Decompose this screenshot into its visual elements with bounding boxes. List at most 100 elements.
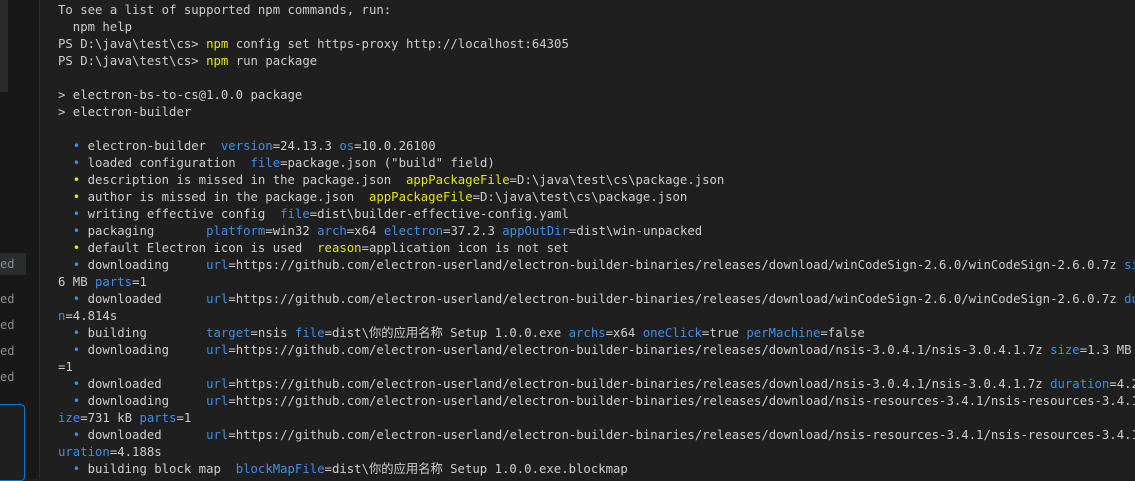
terminal-text: ize bbox=[58, 411, 81, 425]
terminal-text: perMachine bbox=[746, 326, 821, 340]
terminal-text: duratio bbox=[1124, 292, 1135, 306]
terminal-text: > electron-bs-to-cs@1.0.0 package bbox=[58, 88, 303, 102]
terminal-line: To see a list of supported npm commands,… bbox=[44, 2, 1135, 19]
terminal-text: • bbox=[58, 173, 88, 187]
terminal-text: appPackageFile bbox=[368, 190, 473, 204]
terminal-text: • bbox=[58, 207, 88, 221]
terminal-line: • downloading url=https://github.com/ele… bbox=[44, 257, 1135, 274]
terminal-text: parts bbox=[95, 275, 133, 289]
terminal-line: • building block map blockMapFile=dist\你… bbox=[44, 461, 1135, 478]
terminal-line: > electron-bs-to-cs@1.0.0 package bbox=[44, 87, 1135, 104]
terminal-text: file bbox=[250, 156, 281, 170]
terminal-text: =dist\你的应用名称 Setup 1.0.0.exe.blockmap bbox=[324, 462, 628, 476]
terminal-text: npm bbox=[206, 54, 229, 68]
terminal-text: =https://github.com/electron-userland/el… bbox=[228, 394, 1135, 408]
terminal-text: uration bbox=[58, 445, 110, 459]
terminal-text: • bbox=[58, 190, 88, 204]
terminal-text: • bbox=[58, 462, 88, 476]
terminal-text: size bbox=[1124, 258, 1135, 272]
terminal-text: =x64 bbox=[605, 326, 643, 340]
terminal-line: 6 MB parts=1 bbox=[44, 274, 1135, 291]
terminal-line: PS D:\java\test\cs> npm run package bbox=[44, 53, 1135, 70]
terminal-text: downloaded bbox=[87, 428, 207, 442]
terminal-line: • electron-builder version=24.13.3 os=10… bbox=[44, 138, 1135, 155]
terminal-text: appPackageFile bbox=[405, 173, 510, 187]
terminal-text: downloaded bbox=[87, 377, 207, 391]
terminal-text: electron-builder bbox=[87, 139, 221, 153]
terminal-text: PS D:\java\test\cs> bbox=[58, 54, 207, 68]
terminal-text: =https://github.com/electron-userland/el… bbox=[228, 258, 1125, 272]
terminal-text: =D:\java\test\cs\package.json bbox=[509, 173, 725, 187]
terminal-text: npm bbox=[206, 37, 229, 51]
terminal-text: author is missed in the package.json bbox=[87, 190, 369, 204]
terminal-text: reason bbox=[317, 241, 362, 255]
terminal-text: =https://github.com/electron-userland/el… bbox=[228, 428, 1135, 442]
terminal-text: url bbox=[206, 292, 229, 306]
terminal-text: =731 kB bbox=[80, 411, 140, 425]
side-item[interactable]: ed bbox=[0, 314, 24, 336]
side-input-box[interactable] bbox=[0, 404, 25, 481]
terminal-text: • bbox=[58, 224, 88, 238]
side-scrollbar[interactable] bbox=[0, 0, 8, 92]
terminal-text: duration bbox=[1050, 377, 1110, 391]
terminal-text: downloading bbox=[87, 258, 207, 272]
terminal-line: • downloading url=https://github.com/ele… bbox=[44, 342, 1135, 359]
terminal-text: npm help bbox=[58, 20, 133, 34]
side-item[interactable]: ed bbox=[0, 288, 24, 310]
terminal-text: =1 bbox=[176, 411, 192, 425]
terminal-text: • bbox=[58, 428, 88, 442]
terminal-text: description is missed in the package.jso… bbox=[87, 173, 406, 187]
terminal-line: • description is missed in the package.j… bbox=[44, 172, 1135, 189]
terminal-text: platform bbox=[206, 224, 266, 238]
terminal-text: • bbox=[58, 394, 88, 408]
terminal-text: =4.188s bbox=[109, 445, 162, 459]
terminal-text: =dist\builder-effective-config.yaml bbox=[309, 207, 569, 221]
terminal-line: ize=731 kB parts=1 bbox=[44, 410, 1135, 427]
terminal-text: • bbox=[58, 258, 88, 272]
terminal-text: url bbox=[206, 428, 229, 442]
terminal-text: target bbox=[206, 326, 251, 340]
terminal-text: url bbox=[206, 258, 229, 272]
terminal-text: PS D:\java\test\cs> bbox=[58, 37, 207, 51]
terminal-text: packaging bbox=[87, 224, 207, 238]
terminal-line: • building target=nsis file=dist\你的应用名称 … bbox=[44, 325, 1135, 342]
terminal-text: =https://github.com/electron-userland/el… bbox=[228, 343, 1051, 357]
terminal-output[interactable]: To see a list of supported npm commands,… bbox=[44, 2, 1135, 478]
terminal-text: =https://github.com/electron-userland/el… bbox=[228, 377, 1051, 391]
terminal-text: url bbox=[206, 394, 229, 408]
side-item[interactable]: ed bbox=[0, 366, 24, 388]
terminal-line: =1 bbox=[44, 359, 1135, 376]
terminal-text: url bbox=[206, 377, 229, 391]
terminal-line: npm help bbox=[44, 19, 1135, 36]
terminal-text: electron bbox=[383, 224, 444, 238]
side-item[interactable]: ed bbox=[0, 340, 24, 362]
terminal-text: =x64 bbox=[346, 224, 384, 238]
terminal-line: • downloaded url=https://github.com/elec… bbox=[44, 427, 1135, 444]
terminal-text: config set https-proxy http://localhost:… bbox=[228, 37, 569, 51]
terminal-text: file bbox=[280, 207, 310, 221]
terminal-text: =true bbox=[701, 326, 747, 340]
terminal-text: appOutDir bbox=[502, 224, 569, 238]
terminal-text: os bbox=[339, 139, 355, 153]
terminal-text: • bbox=[58, 139, 88, 153]
terminal-text: =10.0.26100 bbox=[354, 139, 436, 153]
terminal-text: =package.json ("build" field) bbox=[280, 156, 495, 170]
terminal-line: • downloaded url=https://github.com/elec… bbox=[44, 291, 1135, 308]
terminal-text: =https://github.com/electron-userland/el… bbox=[228, 292, 1125, 306]
terminal-line: • downloaded url=https://github.com/elec… bbox=[44, 376, 1135, 393]
terminal-line: n=4.814s bbox=[44, 308, 1135, 325]
terminal-text: file bbox=[294, 326, 325, 340]
terminal-line: • default Electron icon is used reason=a… bbox=[44, 240, 1135, 257]
terminal-text: default Electron icon is used bbox=[87, 241, 318, 255]
terminal-line: • author is missed in the package.json a… bbox=[44, 189, 1135, 206]
terminal-text: =1 bbox=[132, 275, 147, 289]
terminal-line: • loaded configuration file=package.json… bbox=[44, 155, 1135, 172]
side-item[interactable]: ed bbox=[0, 253, 24, 275]
terminal-text: oneClick bbox=[642, 326, 702, 340]
side-panel: ed ed ed ed ed bbox=[0, 0, 40, 481]
terminal-text: =1 bbox=[58, 360, 73, 374]
terminal-text: =D:\java\test\cs\package.json bbox=[472, 190, 688, 204]
terminal-line: uration=4.188s bbox=[44, 444, 1135, 461]
